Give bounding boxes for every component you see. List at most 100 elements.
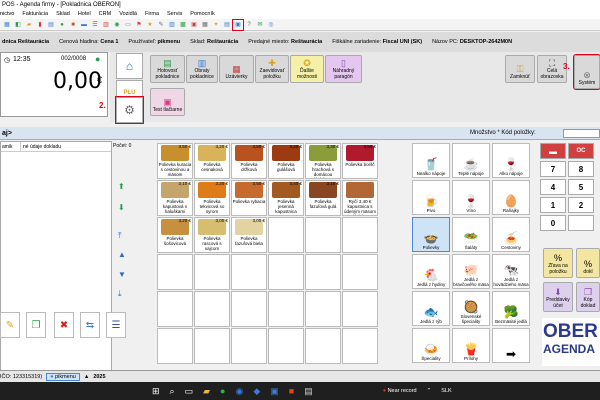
numpad-key-0[interactable]: 0 — [540, 215, 566, 231]
numpad-red-key[interactable]: ▬ — [540, 143, 566, 159]
test-printer-button[interactable]: ▣ Test tlačiarne — [150, 88, 185, 116]
numpad-oc-key[interactable]: OC — [568, 143, 594, 159]
numpad-key-2[interactable]: 2 — [568, 197, 594, 213]
new-icon[interactable]: ▦ — [2, 20, 12, 30]
menu-item[interactable]: nictvo — [0, 10, 14, 19]
product-cell[interactable]: 3,20 € Polievka cesnaková — [194, 143, 230, 179]
copy-button[interactable]: ❐ — [26, 312, 46, 338]
product-cell[interactable]: 3,40 € Polievka jesenná kapustnica — [268, 180, 304, 216]
scroll-top-icon[interactable]: ⤒ — [118, 232, 126, 240]
task-view-icon[interactable]: ▭ — [185, 386, 194, 397]
product-cell[interactable] — [268, 254, 304, 290]
product-cell[interactable] — [157, 328, 193, 364]
start-icon[interactable]: ⊞ — [152, 386, 160, 397]
user-icon[interactable]: ● — [57, 20, 67, 30]
lock-button[interactable]: ⚿ Zamknúť — [505, 55, 535, 83]
copy-doc-button[interactable]: ❐ Kóp doklad — [576, 282, 600, 312]
folder-icon[interactable]: ▰ — [24, 20, 34, 30]
menu-item[interactable]: Firma — [145, 10, 159, 19]
product-cell[interactable] — [231, 254, 267, 290]
category-button[interactable]: 🐔 Jedlá z hydiny — [412, 254, 450, 289]
category-button[interactable]: 🐟 Jedlá z rýb — [412, 291, 450, 326]
category-button[interactable]: 🍟 Prílohy — [452, 328, 490, 363]
product-cell[interactable] — [231, 291, 267, 327]
scroll-down-icon[interactable]: ▼ — [118, 271, 126, 279]
spotify-icon[interactable]: ● — [220, 386, 225, 396]
product-cell[interactable] — [305, 217, 341, 253]
box-icon[interactable]: ■ — [68, 20, 78, 30]
app2-icon[interactable]: ▤ — [304, 386, 313, 397]
category-button[interactable]: 🥗 Šaláty — [452, 217, 490, 252]
category-button[interactable]: 🍷 Alko nápoje — [492, 143, 530, 178]
scroll-up-green-icon[interactable]: ⬆ — [118, 183, 126, 191]
numpad-key-8[interactable]: 8 — [568, 161, 594, 177]
home-button[interactable]: ⌂ — [116, 53, 143, 79]
menu-item[interactable]: Vozidlá — [119, 10, 137, 19]
category-button[interactable]: 🍺 Pivo — [412, 180, 450, 215]
file-explorer-icon[interactable]: ▰ — [203, 386, 210, 397]
product-cell[interactable] — [342, 217, 378, 253]
product-cell[interactable]: Ryčí 3,40 € kapustnica s údeným mäsom a … — [342, 180, 378, 216]
product-cell[interactable] — [157, 291, 193, 327]
menu-item[interactable]: Servis — [167, 10, 182, 19]
product-cell[interactable] — [305, 291, 341, 327]
search-icon[interactable]: ⌕ — [170, 386, 175, 397]
chevron-up-icon[interactable]: ⌃ — [427, 388, 432, 394]
product-cell[interactable]: 3,50 € Polievka kuracia s cestovinou a mä… — [157, 143, 193, 179]
product-cell[interactable]: 3,00 € Polievka rascová s vajcom — [194, 217, 230, 253]
hotel-icon[interactable]: ▥ — [101, 20, 111, 30]
product-cell[interactable]: 3,60 € Polievka boršč — [342, 143, 378, 179]
category-button[interactable]: 🍲 Polievky — [412, 217, 450, 252]
print-icon[interactable]: ▤ — [222, 20, 232, 30]
tools-icon[interactable]: ✦ — [211, 20, 221, 30]
save-icon[interactable]: ◧ — [13, 20, 23, 30]
product-cell[interactable]: 3,20 € Polievka gulášová — [268, 143, 304, 179]
calendar-icon[interactable]: ▤ — [46, 20, 56, 30]
crm-icon[interactable]: ◉ — [112, 20, 122, 30]
product-cell[interactable] — [194, 291, 230, 327]
product-cell[interactable] — [342, 291, 378, 327]
truck-icon[interactable]: ▬ — [79, 20, 89, 30]
flag-icon[interactable]: ⚑ — [134, 20, 144, 30]
menu-item[interactable]: Fakturácia — [22, 10, 48, 19]
edit-button[interactable]: ✎ — [0, 312, 20, 338]
menu-item[interactable]: CRM — [99, 10, 112, 19]
category-button[interactable]: 🍝 Cestoviny — [492, 217, 530, 252]
star-icon[interactable]: ★ — [145, 20, 155, 30]
product-cell[interactable] — [157, 254, 193, 290]
chart-icon[interactable]: ▮ — [35, 20, 45, 30]
product-cell[interactable]: 3,20 € Polievka tekvicová so syrom — [194, 180, 230, 216]
numpad-key-1[interactable]: 1 — [540, 197, 566, 213]
numpad-key-blank[interactable] — [568, 215, 594, 231]
delete-button[interactable]: ✖ — [54, 312, 74, 338]
category-button[interactable]: 🥘 Slovenské špeciality — [452, 291, 490, 326]
pen-icon[interactable]: ✎ — [156, 20, 166, 30]
numpad-key-7[interactable]: 7 — [540, 161, 566, 177]
bank-icon[interactable]: ▦ — [200, 20, 210, 30]
product-cell[interactable] — [342, 328, 378, 364]
filezilla-icon[interactable]: ■ — [289, 386, 294, 396]
user-tab[interactable]: ● pikmenu — [46, 372, 80, 381]
list-button[interactable]: ☰ — [106, 312, 126, 338]
product-cell[interactable] — [194, 254, 230, 290]
numpad-key-5[interactable]: 5 — [568, 179, 594, 195]
product-cell[interactable]: 3,10 € Polievka kapustová s haluškami — [157, 180, 193, 216]
more-options-button[interactable]: ✪ Ďalšie možnosti — [290, 55, 324, 83]
web-icon[interactable]: ◎ — [266, 20, 276, 30]
car-icon[interactable]: ▭ — [123, 20, 133, 30]
menu-item[interactable]: Pomocník — [190, 10, 214, 19]
product-cell[interactable] — [194, 328, 230, 364]
category-button[interactable]: 🥦 Bezmäsité jedlá — [492, 291, 530, 326]
product-cell[interactable] — [231, 328, 267, 364]
replacement-receipt-button[interactable]: ▯ Náhradný paragón — [325, 55, 362, 83]
product-cell[interactable]: 3,20 € Polievka šošovicová — [157, 217, 193, 253]
closures-button[interactable]: ▦ Uzávierky — [219, 55, 254, 83]
product-cell[interactable]: 3,00 € Polievka fazuľová biela — [231, 217, 267, 253]
product-cell[interactable] — [268, 328, 304, 364]
category-button[interactable]: 🥤 Nealko nápoje — [412, 143, 450, 178]
product-cell[interactable] — [268, 217, 304, 253]
category-button[interactable]: 🍷 Víno — [452, 180, 490, 215]
list-icon[interactable]: ☰ — [90, 20, 100, 30]
product-cell[interactable]: 3,50 € Polievka rybacia — [231, 180, 267, 216]
book-icon[interactable]: ▩ — [178, 20, 188, 30]
